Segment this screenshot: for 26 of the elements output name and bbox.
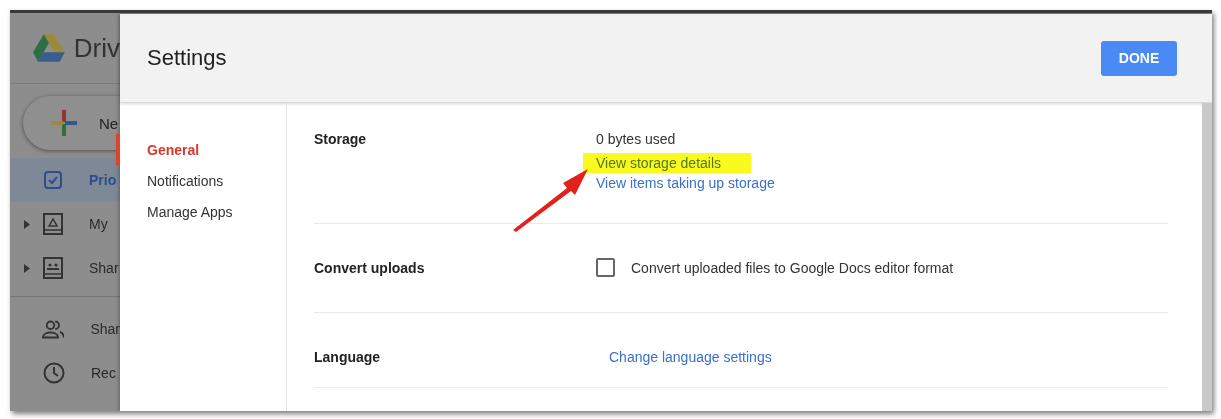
section-label: Storage [314, 131, 367, 147]
clock-icon [43, 362, 65, 384]
expand-arrow-icon[interactable] [24, 263, 30, 273]
app-name: Driv [73, 32, 120, 64]
nav-item[interactable]: Shar [10, 307, 120, 351]
nav-item[interactable]: Rec [10, 351, 120, 395]
section-label: Convert uploads [314, 260, 425, 276]
arrow-icon [511, 166, 591, 232]
drive-folder-icon [43, 213, 63, 235]
scrollbar[interactable] [1202, 103, 1212, 411]
settings-menu-item[interactable]: General [116, 134, 286, 165]
plus-icon [51, 110, 77, 136]
checkbox-icon [43, 170, 63, 190]
checkbox[interactable] [596, 258, 615, 277]
people-icon [41, 319, 65, 339]
storage-link[interactable]: View items taking up storage [583, 173, 805, 193]
done-button[interactable]: DONE [1101, 40, 1177, 76]
checkbox-label: Convert uploaded files to Google Docs editor format [631, 259, 954, 276]
shared-drive-icon [43, 257, 63, 279]
language-link[interactable]: Change language settings [596, 347, 802, 367]
expand-arrow-icon[interactable] [24, 219, 30, 229]
section-label: Language [314, 349, 381, 365]
storage-usage: 0 bytes used [596, 131, 677, 147]
nav-item[interactable]: Shar [10, 246, 120, 290]
storage-link[interactable]: View storage details [583, 153, 752, 173]
dialog-title: Settings [147, 45, 227, 71]
